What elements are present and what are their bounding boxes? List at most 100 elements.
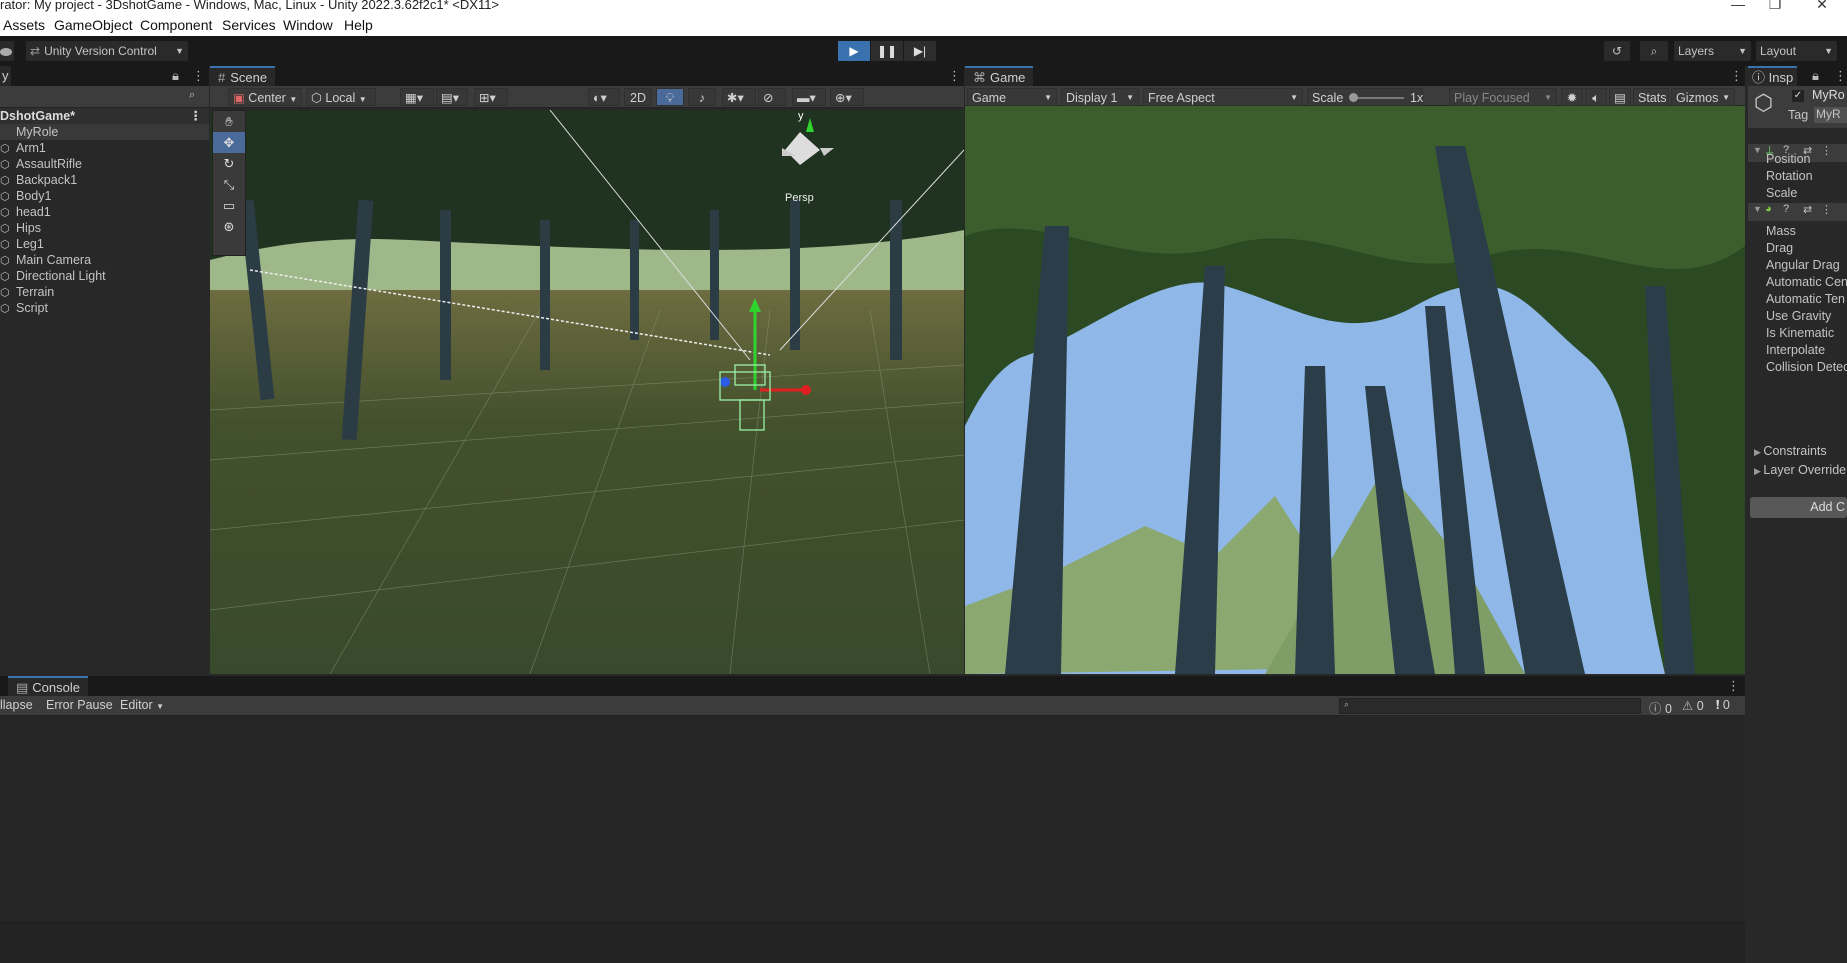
scale-slider-track[interactable]: [1352, 97, 1404, 99]
tab-console[interactable]: ▤ Console: [8, 676, 88, 696]
rigidbody-component-header[interactable]: ▼ ◕ ? ⇄ ⋮: [1748, 203, 1847, 221]
layers-dropdown[interactable]: Layers ▼: [1674, 41, 1751, 61]
rigidbody-field-label[interactable]: Collision Detec: [1766, 360, 1847, 374]
tab-game[interactable]: ⌘ Game: [965, 66, 1034, 86]
transform-tool-icon[interactable]: ⊛: [213, 216, 245, 237]
more-icon[interactable]: ⋮: [948, 68, 961, 84]
rect-tool-icon[interactable]: ▭: [213, 195, 245, 216]
search-icon[interactable]: ⌕: [1640, 41, 1668, 61]
play-button[interactable]: ▶: [838, 41, 870, 61]
play-focused-dropdown[interactable]: Play Focused ▼: [1449, 88, 1557, 106]
restore-icon[interactable]: ❐: [1765, 0, 1785, 13]
hierarchy-item[interactable]: ⬡ Body1: [0, 188, 209, 204]
keyboard-icon[interactable]: ▤: [1609, 88, 1631, 106]
menu-services[interactable]: Services: [222, 17, 276, 33]
rigidbody-field-label[interactable]: Is Kinematic: [1766, 326, 1834, 340]
increment-snap-icon[interactable]: ⊞▾: [474, 88, 508, 106]
game-view-dropdown[interactable]: Game ▼: [967, 88, 1057, 106]
scale-slider[interactable]: Scale 1x: [1307, 88, 1423, 106]
hierarchy-item[interactable]: ⬡ Hips: [0, 220, 209, 236]
active-checkbox[interactable]: ✓: [1792, 90, 1804, 102]
transform-field-label[interactable]: Rotation: [1766, 169, 1813, 183]
lighting-toggle-icon[interactable]: 💡︎: [656, 88, 684, 106]
cloud-icon[interactable]: [0, 41, 14, 61]
tab-scene[interactable]: # Scene: [210, 66, 276, 86]
hierarchy-item[interactable]: ⬡ Backpack1: [0, 172, 209, 188]
transform-field-label[interactable]: Scale: [1766, 186, 1797, 200]
more-icon[interactable]: ⋮: [1821, 144, 1832, 157]
rigidbody-field-label[interactable]: Interpolate: [1766, 343, 1825, 357]
display-dropdown[interactable]: Display 1 ▼: [1061, 88, 1139, 106]
mode-2d-button[interactable]: 2D: [624, 88, 652, 106]
console-detail-area[interactable]: [0, 922, 1745, 963]
camera-settings-icon[interactable]: ▬▾: [792, 88, 826, 106]
menu-component[interactable]: Component: [140, 17, 212, 33]
help-icon[interactable]: ?: [1783, 203, 1789, 215]
lock-icon[interactable]: 🔒︎: [1812, 68, 1819, 84]
rigidbody-field-label[interactable]: Use Gravity: [1766, 309, 1831, 323]
rigidbody-field-label[interactable]: Mass: [1766, 224, 1796, 238]
tab-hierarchy[interactable]: y: [0, 66, 11, 86]
more-icon[interactable]: ⋮: [1730, 68, 1743, 84]
scene-persp-label[interactable]: Persp: [785, 192, 814, 204]
menu-assets[interactable]: Assets: [3, 17, 45, 33]
stats-button[interactable]: Stats: [1633, 88, 1669, 106]
console-log-area[interactable]: [0, 717, 1745, 921]
hierarchy-item[interactable]: ⬡ Terrain: [0, 284, 209, 300]
error-count-toggle[interactable]: ❗︎ 0: [1716, 698, 1730, 713]
hidden-objects-icon[interactable]: ⊘: [758, 88, 786, 106]
gizmos-toggle-icon[interactable]: ⊕▾: [830, 88, 864, 106]
layer-overrides-foldout[interactable]: ▶ Layer Override: [1754, 463, 1846, 477]
rigidbody-field-label[interactable]: Automatic Ten: [1766, 292, 1845, 306]
minimize-icon[interactable]: —: [1728, 0, 1748, 12]
grid-snap-icon[interactable]: ▦▾: [400, 88, 434, 106]
lock-icon[interactable]: 🔒︎: [172, 68, 179, 84]
menu-window[interactable]: Window: [283, 17, 333, 33]
rigidbody-field-label[interactable]: Automatic Cen: [1766, 275, 1847, 289]
game-viewport[interactable]: [965, 106, 1745, 674]
log-count-toggle[interactable]: ⓘ 0: [1649, 698, 1672, 717]
search-icon[interactable]: ⌕: [189, 89, 195, 102]
add-component-button[interactable]: Add C: [1750, 497, 1847, 518]
editor-dropdown[interactable]: Editor ▼: [120, 698, 164, 712]
hierarchy-item[interactable]: ⬡ head1: [0, 204, 209, 220]
audio-toggle-icon[interactable]: ♪: [688, 88, 716, 106]
hierarchy-item[interactable]: ⬡ Main Camera: [0, 252, 209, 268]
more-icon[interactable]: ⋮: [1834, 68, 1847, 84]
move-tool-icon[interactable]: ✥: [213, 132, 245, 153]
constraints-foldout[interactable]: ▶ Constraints: [1754, 444, 1827, 458]
hierarchy-item[interactable]: MyRole: [0, 124, 209, 140]
rigidbody-field-label[interactable]: Angular Drag: [1766, 258, 1840, 272]
audio-icon[interactable]: 🔈︎: [1585, 88, 1607, 106]
hierarchy-item[interactable]: ⬡ Directional Light: [0, 268, 209, 284]
hierarchy-item[interactable]: ⬡ Arm1: [0, 140, 209, 156]
error-pause-button[interactable]: Error Pause: [46, 698, 113, 712]
version-control-dropdown[interactable]: ⇄ Unity Version Control ▼: [26, 41, 188, 61]
menu-gameobject[interactable]: GameObject: [54, 17, 133, 33]
warning-count-toggle[interactable]: ⚠ 0: [1682, 698, 1704, 713]
tab-inspector[interactable]: ⓘ Insp: [1748, 66, 1798, 86]
hierarchy-item[interactable]: ⬡ AssaultRifle: [0, 156, 209, 172]
effects-toggle-icon[interactable]: ✱▾: [722, 88, 756, 106]
tag-dropdown[interactable]: MyR: [1814, 107, 1847, 123]
shading-mode-icon[interactable]: ◐▾: [588, 88, 620, 106]
step-button[interactable]: ▶|: [904, 41, 936, 61]
hierarchy-scene-header[interactable]: DshotGame* ⋮: [0, 108, 209, 124]
layout-dropdown[interactable]: Layout ▼: [1756, 41, 1837, 61]
pivot-dropdown[interactable]: ▣ Center ▼: [228, 88, 302, 106]
hierarchy-item[interactable]: ⬡ Leg1: [0, 236, 209, 252]
transform-field-label[interactable]: Position: [1766, 152, 1810, 166]
hand-tool-icon[interactable]: ✋︎: [213, 111, 245, 132]
space-dropdown[interactable]: ⬡ Local ▼: [306, 88, 376, 106]
pause-button[interactable]: ❚❚: [871, 41, 903, 61]
history-icon[interactable]: ↺: [1604, 41, 1630, 61]
scale-tool-icon[interactable]: ⤡: [213, 174, 245, 195]
menu-help[interactable]: Help: [344, 17, 373, 33]
more-icon[interactable]: ⋮: [1727, 678, 1740, 694]
hierarchy-item[interactable]: ⬡ Script: [0, 300, 209, 316]
grid-visibility-icon[interactable]: ▤▾: [436, 88, 468, 106]
collapse-button[interactable]: llapse: [0, 698, 33, 712]
more-icon[interactable]: ⋮: [192, 68, 205, 84]
scene-viewport[interactable]: y Persp ✋︎ ✥ ↻ ⤡ ▭ ⊛: [210, 110, 964, 674]
aspect-dropdown[interactable]: Free Aspect ▼: [1143, 88, 1303, 106]
